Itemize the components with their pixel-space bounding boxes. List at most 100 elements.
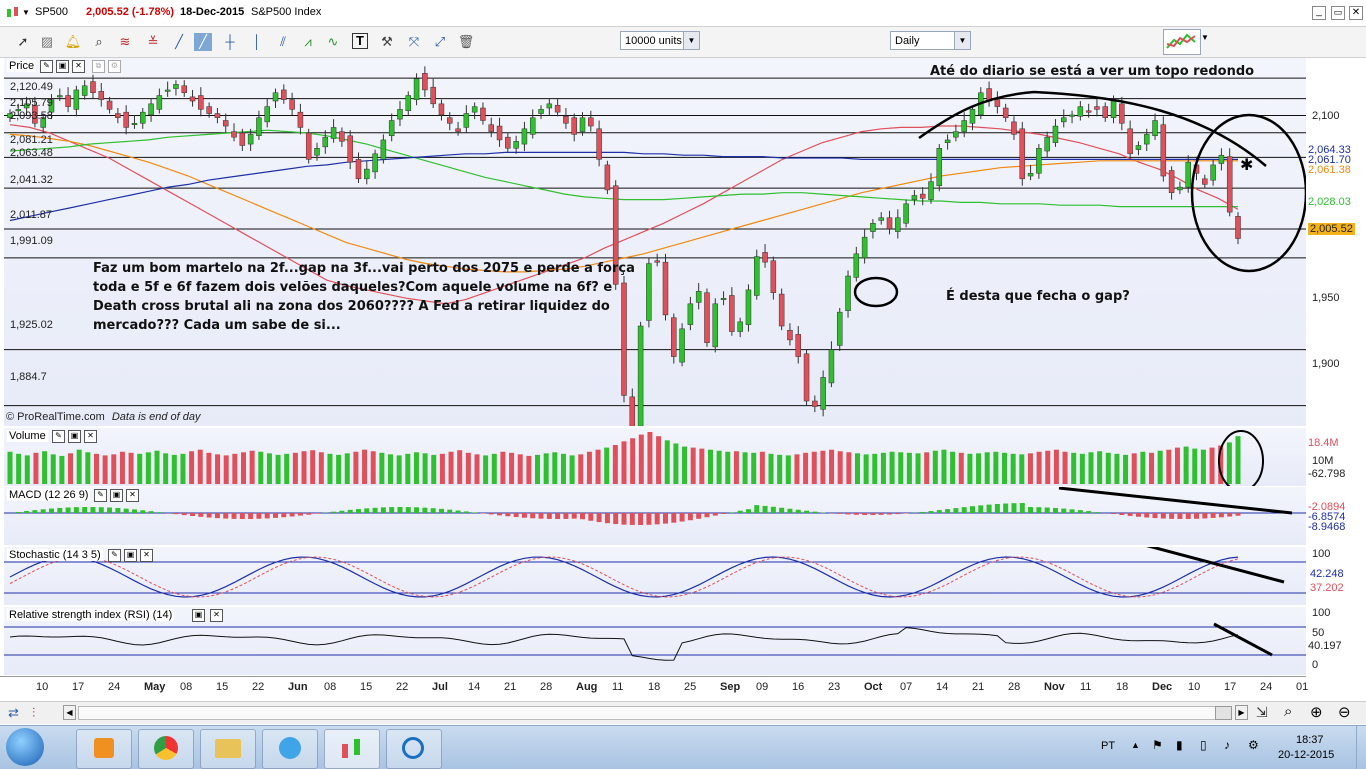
macd-histogram-bar	[49, 509, 54, 513]
candle-body	[754, 257, 759, 296]
chart-style-dropdown-icon[interactable]: ▼	[1201, 33, 1209, 42]
arrow-tool-icon[interactable]: ⤢	[431, 33, 449, 51]
horizontal-scrollbar[interactable]	[78, 706, 1232, 720]
volume-chart[interactable]	[4, 428, 1306, 486]
symbol-label[interactable]: SP500	[35, 6, 68, 18]
text-tool-icon[interactable]: T	[352, 33, 368, 49]
line-tool-icon[interactable]: ╱	[170, 33, 188, 51]
macd-histogram-bar	[149, 511, 154, 513]
price-chart[interactable]: ✱	[4, 58, 1306, 426]
maximize-icon[interactable]: ▣	[110, 489, 123, 502]
trash-icon[interactable]: 🗑︎	[457, 33, 475, 51]
copy-icon[interactable]: ⧉	[92, 60, 105, 73]
candle-body	[514, 141, 519, 148]
volume-bar	[578, 454, 583, 484]
minimize-button[interactable]: _	[1312, 6, 1326, 20]
taskbar-app-browser[interactable]	[386, 729, 442, 769]
zoom-out-icon[interactable]: ⊖	[1338, 703, 1351, 721]
pointer-icon[interactable]: ➚	[14, 33, 32, 51]
candle-body	[414, 79, 419, 100]
close-icon[interactable]: ✕	[72, 60, 85, 73]
ruler-icon[interactable]: ▨	[38, 33, 56, 51]
close-icon[interactable]: ✕	[210, 609, 223, 622]
clock-time[interactable]: 18:37	[1296, 734, 1324, 746]
fibonacci-retracement-icon[interactable]: ≚	[144, 33, 162, 51]
zoom-icon[interactable]: ⌕	[90, 33, 108, 51]
maximize-icon[interactable]: ▣	[68, 430, 81, 443]
volume-bar	[985, 452, 990, 484]
volume-bar	[941, 450, 946, 484]
macd-histogram-bar	[414, 507, 419, 513]
candle-body	[663, 262, 668, 315]
close-icon[interactable]: ✕	[140, 549, 153, 562]
vertical-line-icon[interactable]: │	[248, 33, 266, 51]
candle-body	[862, 237, 867, 258]
zoom-in-icon[interactable]: ⊕	[1310, 703, 1323, 721]
maximize-icon[interactable]: ▣	[124, 549, 137, 562]
stochastic-chart[interactable]	[4, 547, 1306, 605]
show-desktop-button[interactable]	[1356, 726, 1366, 769]
volume-icon[interactable]: ♪	[1224, 738, 1230, 752]
chart-type-icon[interactable]: ⇄	[8, 705, 19, 721]
macd-chart[interactable]	[4, 487, 1306, 545]
wrench-icon[interactable]: ✎	[94, 489, 107, 502]
system-language[interactable]: PT	[1101, 740, 1115, 752]
symbol-dropdown-icon[interactable]: ▼	[22, 8, 30, 17]
volume-panel-title: Volume	[7, 430, 48, 442]
time-axis-label: 24	[108, 681, 120, 693]
start-button[interactable]	[6, 728, 44, 766]
network-icon[interactable]: ▮	[1176, 738, 1183, 752]
power-icon[interactable]: ▯	[1200, 738, 1207, 752]
macd-histogram-bar	[489, 513, 494, 514]
candle-body	[555, 105, 560, 112]
settings-icon[interactable]: ⚙︎	[108, 60, 121, 73]
settings-icon[interactable]: ⚙︎	[1248, 738, 1259, 752]
show-hidden-icons[interactable]: ▲	[1131, 740, 1140, 750]
close-icon[interactable]: ✕	[84, 430, 97, 443]
trendline-tool-icon[interactable]: ╱	[194, 33, 212, 51]
restore-button[interactable]: ▭	[1331, 6, 1345, 20]
chart-style-icon[interactable]	[1163, 29, 1201, 55]
units-value: 10000 units	[625, 35, 682, 47]
scroll-right-button[interactable]: ▶	[1235, 705, 1248, 720]
wrench-icon[interactable]: ✎	[52, 430, 65, 443]
volume-bar	[414, 452, 419, 484]
taskbar-app-messenger[interactable]	[262, 729, 318, 769]
candle-body	[995, 100, 1000, 107]
channel-tool-icon[interactable]: ⫽	[274, 33, 292, 51]
taskbar-app-media[interactable]	[76, 729, 132, 769]
wrench-icon[interactable]: ✎	[108, 549, 121, 562]
candle-body	[912, 195, 917, 199]
taskbar-app-chrome[interactable]	[138, 729, 194, 769]
zoom-all-icon[interactable]: ⌕	[1284, 703, 1292, 720]
action-center-icon[interactable]: ⚑	[1152, 738, 1163, 752]
close-button[interactable]: ✕	[1349, 6, 1363, 20]
wrench-icon[interactable]: ✎	[40, 60, 53, 73]
time-axis[interactable]: 101724May081522Jun081522Jul142128Aug1118…	[0, 676, 1306, 699]
fibonacci-fan-icon[interactable]: ≋	[116, 33, 134, 51]
price-axis[interactable]: 2,100 1,950 1,900 2,064.33 2,061.70 2,06…	[1306, 58, 1364, 426]
taskbar-app-explorer[interactable]	[200, 729, 256, 769]
macd-histogram-bar	[447, 510, 452, 513]
close-icon[interactable]: ✕	[126, 489, 139, 502]
maximize-icon[interactable]: ▣	[56, 60, 69, 73]
period-select[interactable]: Daily ▼	[890, 31, 971, 50]
bar-type-icon[interactable]: ⫶	[32, 705, 35, 721]
time-axis-label: 01	[1296, 681, 1308, 693]
cross-tool-icon[interactable]: ⤧	[405, 33, 423, 51]
alarm-icon[interactable]: 🔔︎	[64, 33, 82, 51]
fit-view-icon[interactable]: ⇲	[1256, 704, 1268, 721]
horizontal-line-icon[interactable]: ┼	[221, 33, 239, 51]
volume-bar	[474, 454, 479, 484]
scroll-thumb[interactable]	[1215, 706, 1232, 720]
scroll-left-button[interactable]: ◀	[63, 705, 76, 720]
maximize-icon[interactable]: ▣	[192, 609, 205, 622]
taskbar-app-prorealtime[interactable]	[324, 729, 380, 769]
wave-tool-icon[interactable]: ∿	[324, 33, 342, 51]
macd-histogram-bar	[215, 513, 220, 518]
volume-bar	[959, 453, 964, 484]
hammer-tool-icon[interactable]: ⚒	[378, 33, 396, 51]
clock-date[interactable]: 20-12-2015	[1278, 749, 1334, 761]
regression-tool-icon[interactable]: ⩘	[299, 33, 317, 51]
units-select[interactable]: 10000 units ▼	[620, 31, 700, 50]
